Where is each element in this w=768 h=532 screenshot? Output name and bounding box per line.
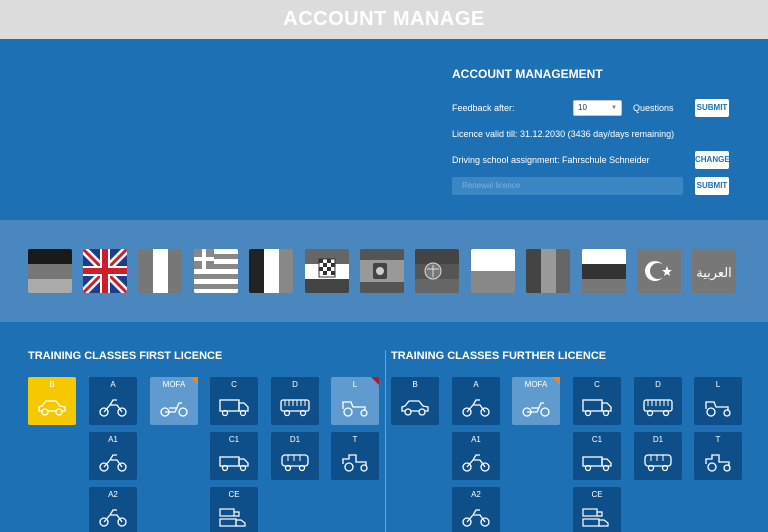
- truck-trailer-icon: [582, 508, 609, 527]
- further-class-tile-t[interactable]: T: [694, 432, 742, 480]
- german-flag[interactable]: [28, 249, 72, 293]
- italian-flag[interactable]: [138, 249, 182, 293]
- minibus-icon: [644, 454, 672, 472]
- class-tile-c[interactable]: C: [210, 377, 258, 425]
- motorcycle-icon: [99, 399, 127, 417]
- car-icon: [38, 400, 66, 416]
- french-flag[interactable]: [249, 249, 293, 293]
- feedback-label: Feedback after:: [452, 103, 515, 113]
- polish-flag[interactable]: [471, 249, 515, 293]
- moped-icon: [522, 402, 550, 417]
- minibus-icon: [281, 454, 309, 472]
- further-licence-title: TRAINING CLASSES FURTHER LICENCE: [391, 350, 607, 362]
- arabic-label: العربية: [696, 266, 732, 281]
- school-row: Driving school assignment: Fahrschule Sc…: [452, 151, 732, 171]
- class-tile-a1[interactable]: A1: [89, 432, 137, 480]
- first-licence-title: TRAINING CLASSES FIRST LICENCE: [28, 350, 223, 362]
- truck-icon: [582, 399, 612, 417]
- class-tile-l[interactable]: L: [331, 377, 379, 425]
- school-assignment-text: Driving school assignment: Fahrschule Sc…: [452, 155, 650, 165]
- motorcycle-icon: [462, 509, 490, 527]
- motorcycle-icon: [99, 454, 127, 472]
- feedback-select[interactable]: 10 ▼: [573, 100, 622, 116]
- corner-badge: [190, 377, 198, 385]
- class-tile-b[interactable]: B: [28, 377, 76, 425]
- account-management-title: ACCOUNT MANAGEMENT: [452, 67, 603, 81]
- header-bar: ACCOUNT MANAGE: [0, 0, 768, 39]
- page-title: ACCOUNT MANAGE: [283, 8, 485, 30]
- chevron-down-icon: ▼: [611, 105, 617, 111]
- class-tile-t[interactable]: T: [331, 432, 379, 480]
- russian-flag[interactable]: [582, 249, 626, 293]
- truck-icon: [219, 399, 249, 417]
- further-class-tile-c[interactable]: C: [573, 377, 621, 425]
- feedback-submit-button[interactable]: SUBMIT: [695, 99, 729, 117]
- licence-valid-text: Licence valid till: 31.12.2030 (3436 day…: [452, 129, 675, 139]
- turkish-flag[interactable]: [637, 249, 681, 293]
- class-tile-mofa[interactable]: MOFA: [150, 377, 198, 425]
- further-class-tile-ce[interactable]: CE: [573, 487, 621, 532]
- feedback-row: Feedback after: 10 ▼ Questions SUBMIT: [452, 99, 732, 119]
- car-icon: [401, 400, 429, 416]
- further-class-tile-b[interactable]: B: [391, 377, 439, 425]
- english-flag[interactable]: [83, 249, 127, 293]
- greek-flag[interactable]: [194, 249, 238, 293]
- tractor-icon: [705, 454, 731, 472]
- renewal-submit-button[interactable]: SUBMIT: [695, 177, 729, 195]
- truck-trailer-icon: [219, 508, 246, 527]
- truck-icon: [219, 456, 249, 472]
- training-classes-section: TRAINING CLASSES FIRST LICENCE TRAINING …: [0, 322, 768, 532]
- arabic-flag[interactable]: العربية: [692, 249, 736, 293]
- tractor-icon: [342, 454, 368, 472]
- class-tile-ce[interactable]: CE: [210, 487, 258, 532]
- change-button[interactable]: CHANGE: [695, 151, 730, 169]
- serbian-flag[interactable]: [415, 249, 459, 293]
- account-section: ACCOUNT MANAGEMENT Feedback after: 10 ▼ …: [0, 39, 768, 220]
- moped-icon: [160, 402, 188, 417]
- account-management-panel: ACCOUNT MANAGEMENT Feedback after: 10 ▼ …: [452, 67, 732, 203]
- bus-icon: [280, 399, 310, 417]
- licence-row: Licence valid till: 31.12.2030 (3436 day…: [452, 125, 732, 145]
- croatian-flag[interactable]: [305, 249, 349, 293]
- truck-icon: [582, 456, 612, 472]
- corner-badge: [371, 377, 379, 385]
- further-class-tile-d[interactable]: D: [634, 377, 682, 425]
- further-class-tile-d1[interactable]: D1: [634, 432, 682, 480]
- language-flags: العربية: [0, 220, 768, 322]
- further-class-tile-a[interactable]: A: [452, 377, 500, 425]
- spanish-flag[interactable]: [360, 249, 404, 293]
- bus-icon: [643, 399, 673, 417]
- class-tile-d[interactable]: D: [271, 377, 319, 425]
- tractor-icon: [705, 401, 731, 417]
- corner-badge: [552, 377, 560, 385]
- motorcycle-icon: [462, 399, 490, 417]
- tractor-icon: [342, 401, 368, 417]
- questions-label: Questions: [633, 103, 674, 113]
- feedback-value: 10: [578, 103, 587, 112]
- renewal-licence-input[interactable]: Renewal licence: [452, 177, 683, 195]
- motorcycle-icon: [462, 454, 490, 472]
- section-divider: [385, 350, 386, 532]
- renewal-row: Renewal licence SUBMIT: [452, 177, 732, 197]
- class-tile-a2[interactable]: A2: [89, 487, 137, 532]
- romanian-flag[interactable]: [526, 249, 570, 293]
- class-tile-d1[interactable]: D1: [271, 432, 319, 480]
- motorcycle-icon: [99, 509, 127, 527]
- further-class-tile-a1[interactable]: A1: [452, 432, 500, 480]
- further-class-tile-l[interactable]: L: [694, 377, 742, 425]
- further-class-tile-a2[interactable]: A2: [452, 487, 500, 532]
- class-tile-c1[interactable]: C1: [210, 432, 258, 480]
- class-tile-a[interactable]: A: [89, 377, 137, 425]
- further-class-tile-mofa[interactable]: MOFA: [512, 377, 560, 425]
- further-class-tile-c1[interactable]: C1: [573, 432, 621, 480]
